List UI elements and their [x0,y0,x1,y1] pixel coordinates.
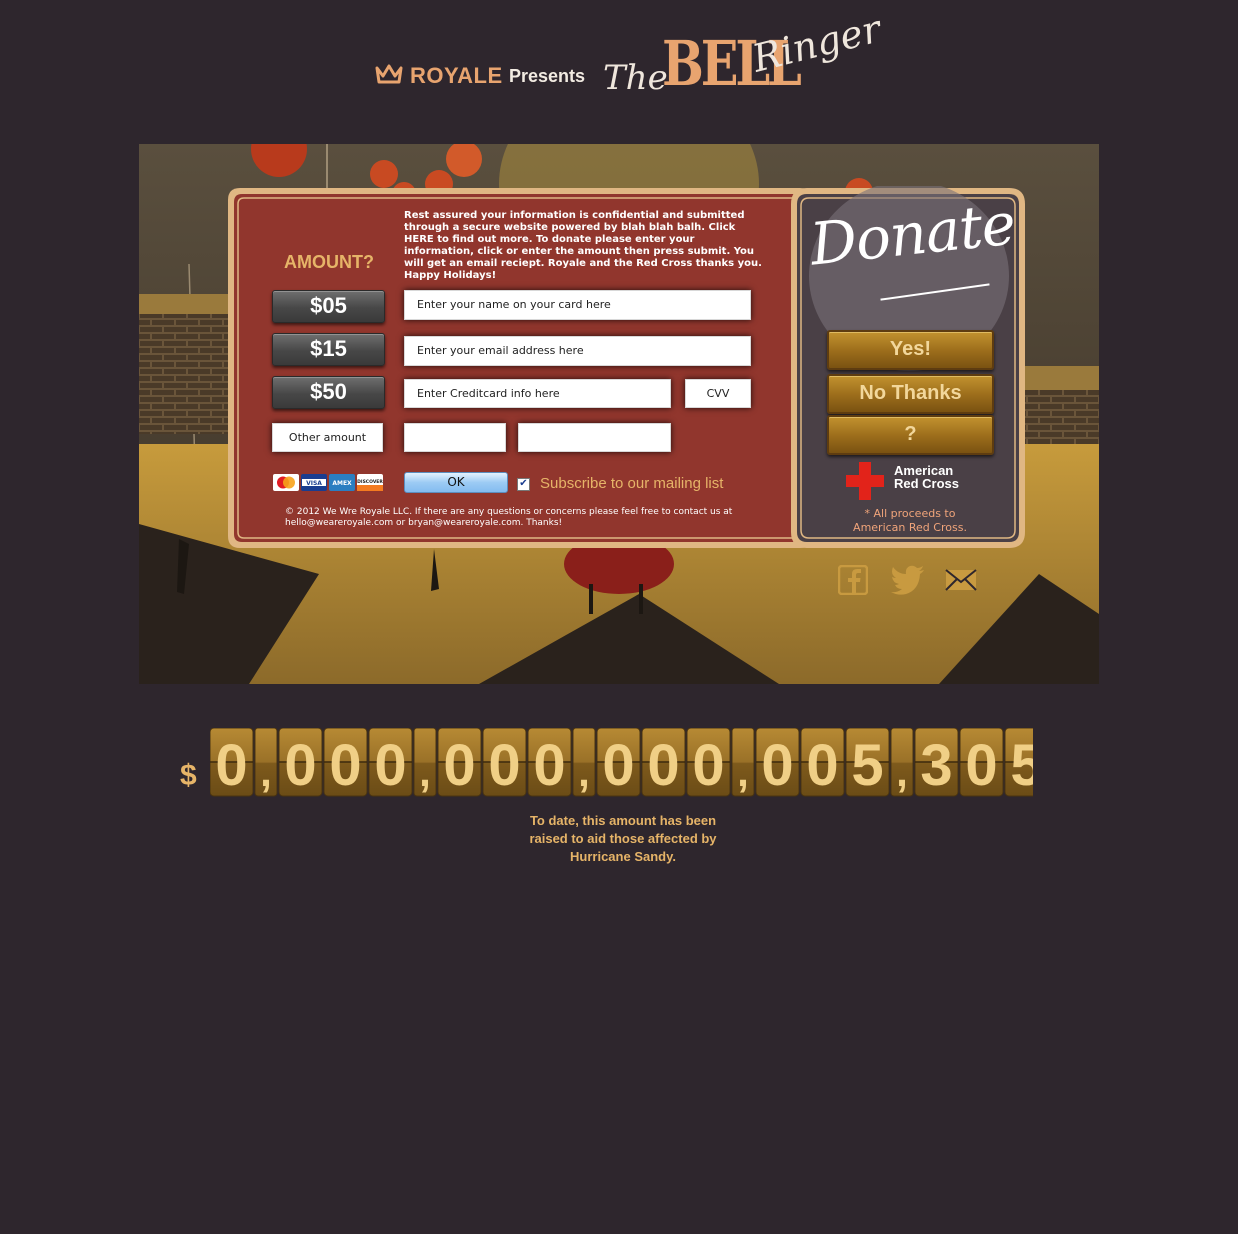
counter-comma: , [578,748,590,795]
counter-digit: 0 [488,733,520,798]
expiry-month-field[interactable] [404,423,506,452]
caption-line-1: To date, this amount has been [529,813,717,828]
counter-digit: 5 [1010,733,1033,798]
counter-digit: 0 [329,733,361,798]
counter-digit: 0 [761,733,793,798]
email-field[interactable]: Enter your email address here [404,336,751,366]
counter-digit: 0 [647,733,679,798]
counter-digit: 0 [215,733,247,798]
creditcard-field[interactable]: Enter Creditcard info here [404,379,671,408]
no-thanks-button[interactable]: No Thanks [827,374,994,414]
counter-digit: 0 [374,733,406,798]
confidentiality-notice: Rest assured your information is confide… [404,210,762,281]
ok-button[interactable]: OK [404,472,508,493]
counter-digit: 3 [920,733,952,798]
subscribe-label[interactable]: Subscribe to our mailing list [540,475,723,492]
copyright-notice: © 2012 We Wre Royale LLC. If there are a… [285,507,733,528]
mastercard-icon [273,474,299,491]
red-cross-logo-text: American Red Cross [894,464,959,490]
card-logos: VISA AMEX DISCOVER [273,474,383,491]
presents-text: Presents [509,66,586,86]
caption-line-2: raised to aid those affected by [529,831,717,846]
card-name-field[interactable]: Enter your name on your card here [404,290,751,320]
logo-the: The [603,58,668,98]
counter-caption: To date, this amount has been raised to … [503,812,743,866]
discover-icon: DISCOVER [357,474,383,491]
header: ROYALE Presents The BELL Ringer [0,0,1238,140]
proceeds-line-1: * All proceeds to [864,507,956,520]
amex-text: AMEX [332,480,352,487]
counter-digit: 0 [806,733,838,798]
amex-icon: AMEX [329,474,355,491]
email-icon[interactable] [945,565,977,595]
other-amount-field[interactable]: Other amount [272,423,383,452]
help-button[interactable]: ? [827,415,994,455]
counter-digit: 0 [602,733,634,798]
proceeds-note: * All proceeds to American Red Cross. [840,507,980,535]
amount-label: AMOUNT? [284,252,374,272]
amount-15-button[interactable]: $15 [272,333,385,366]
currency-symbol: $ [180,759,197,792]
expiry-year-field[interactable] [518,423,671,452]
donation-counter: 0,000,000,000,005,305 [210,728,1033,798]
visa-text: VISA [306,480,322,487]
caption-line-3: Hurricane Sandy. [570,849,676,864]
counter-digit: 0 [284,733,316,798]
logo-ringer: Ringer [748,6,885,81]
crown-icon [375,64,403,84]
amount-50-button[interactable]: $50 [272,376,385,409]
brand-name: ROYALE [410,63,503,88]
red-cross-icon [846,462,884,500]
yes-button[interactable]: Yes! [827,330,994,370]
org-line-2: Red Cross [894,476,960,491]
amount-5-button[interactable]: $05 [272,290,385,323]
facebook-icon[interactable] [838,565,868,595]
visa-icon: VISA [301,474,327,491]
counter-comma: , [260,748,272,795]
counter-digit: 0 [533,733,565,798]
counter-comma: , [737,748,749,795]
twitter-icon[interactable] [890,565,926,595]
counter-digit: 0 [692,733,724,798]
subscribe-checkbox[interactable]: ✔ [517,478,530,491]
counter-digit: 0 [965,733,997,798]
counter-digit: 0 [443,733,475,798]
counter-comma: , [419,748,431,795]
discover-text: DISCOVER [357,479,383,485]
cvv-field[interactable]: CVV [685,379,751,408]
counter-comma: , [896,748,908,795]
proceeds-line-2: American Red Cross. [853,521,967,534]
counter-digit: 5 [851,733,883,798]
